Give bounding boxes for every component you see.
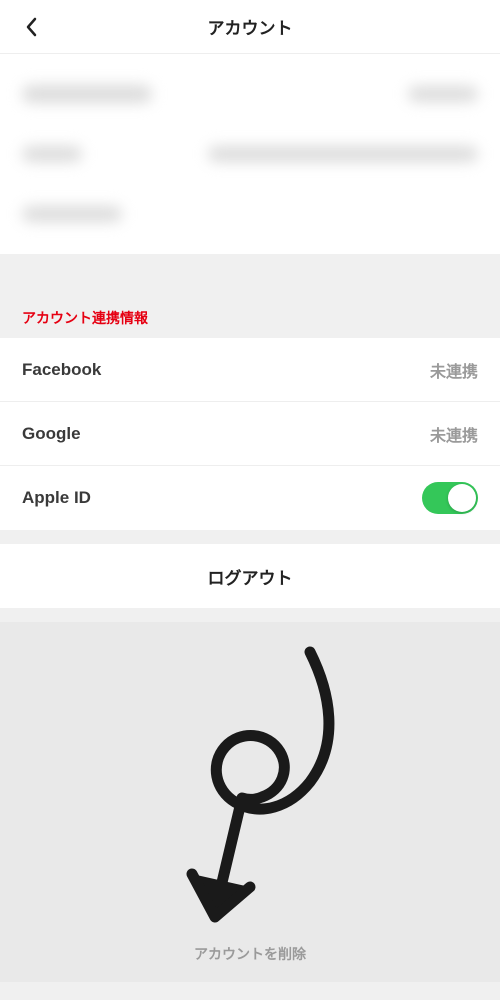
linked-accounts-list: Facebook 未連携 Google 未連携 Apple ID [0,338,500,530]
back-button[interactable] [16,12,46,42]
toggle-knob [448,484,476,512]
apple-id-toggle[interactable] [422,482,478,514]
logout-button[interactable]: ログアウト [0,544,500,608]
linked-account-status: 未連携 [430,422,478,446]
blurred-text [22,206,122,222]
linked-account-name: Apple ID [22,488,91,508]
blurred-text [208,146,478,162]
blurred-row [0,64,500,124]
linked-account-status: 未連携 [430,358,478,382]
chevron-left-icon [25,17,37,37]
bottom-area: アカウントを削除 [0,622,500,982]
section-gap [0,530,500,544]
delete-account-button[interactable]: アカウントを削除 [0,936,500,972]
section-gap [0,608,500,622]
linked-accounts-label: アカウント連携情報 [0,294,500,338]
linked-account-facebook[interactable]: Facebook 未連携 [0,338,500,402]
linked-account-name: Google [22,424,81,444]
header: アカウント [0,0,500,54]
blurred-row [0,124,500,184]
linked-account-name: Facebook [22,360,101,380]
annotation-arrow-icon [140,642,360,942]
section-gap [0,254,500,294]
page-title: アカウント [0,14,500,39]
delete-account-label: アカウントを削除 [194,946,306,962]
linked-account-google[interactable]: Google 未連携 [0,402,500,466]
blurred-text [22,85,152,103]
blurred-text [22,146,82,162]
logout-label: ログアウト [208,564,293,589]
blurred-text [408,86,478,102]
linked-account-apple-id: Apple ID [0,466,500,530]
blurred-row [0,184,500,244]
account-info-section-blurred [0,54,500,254]
